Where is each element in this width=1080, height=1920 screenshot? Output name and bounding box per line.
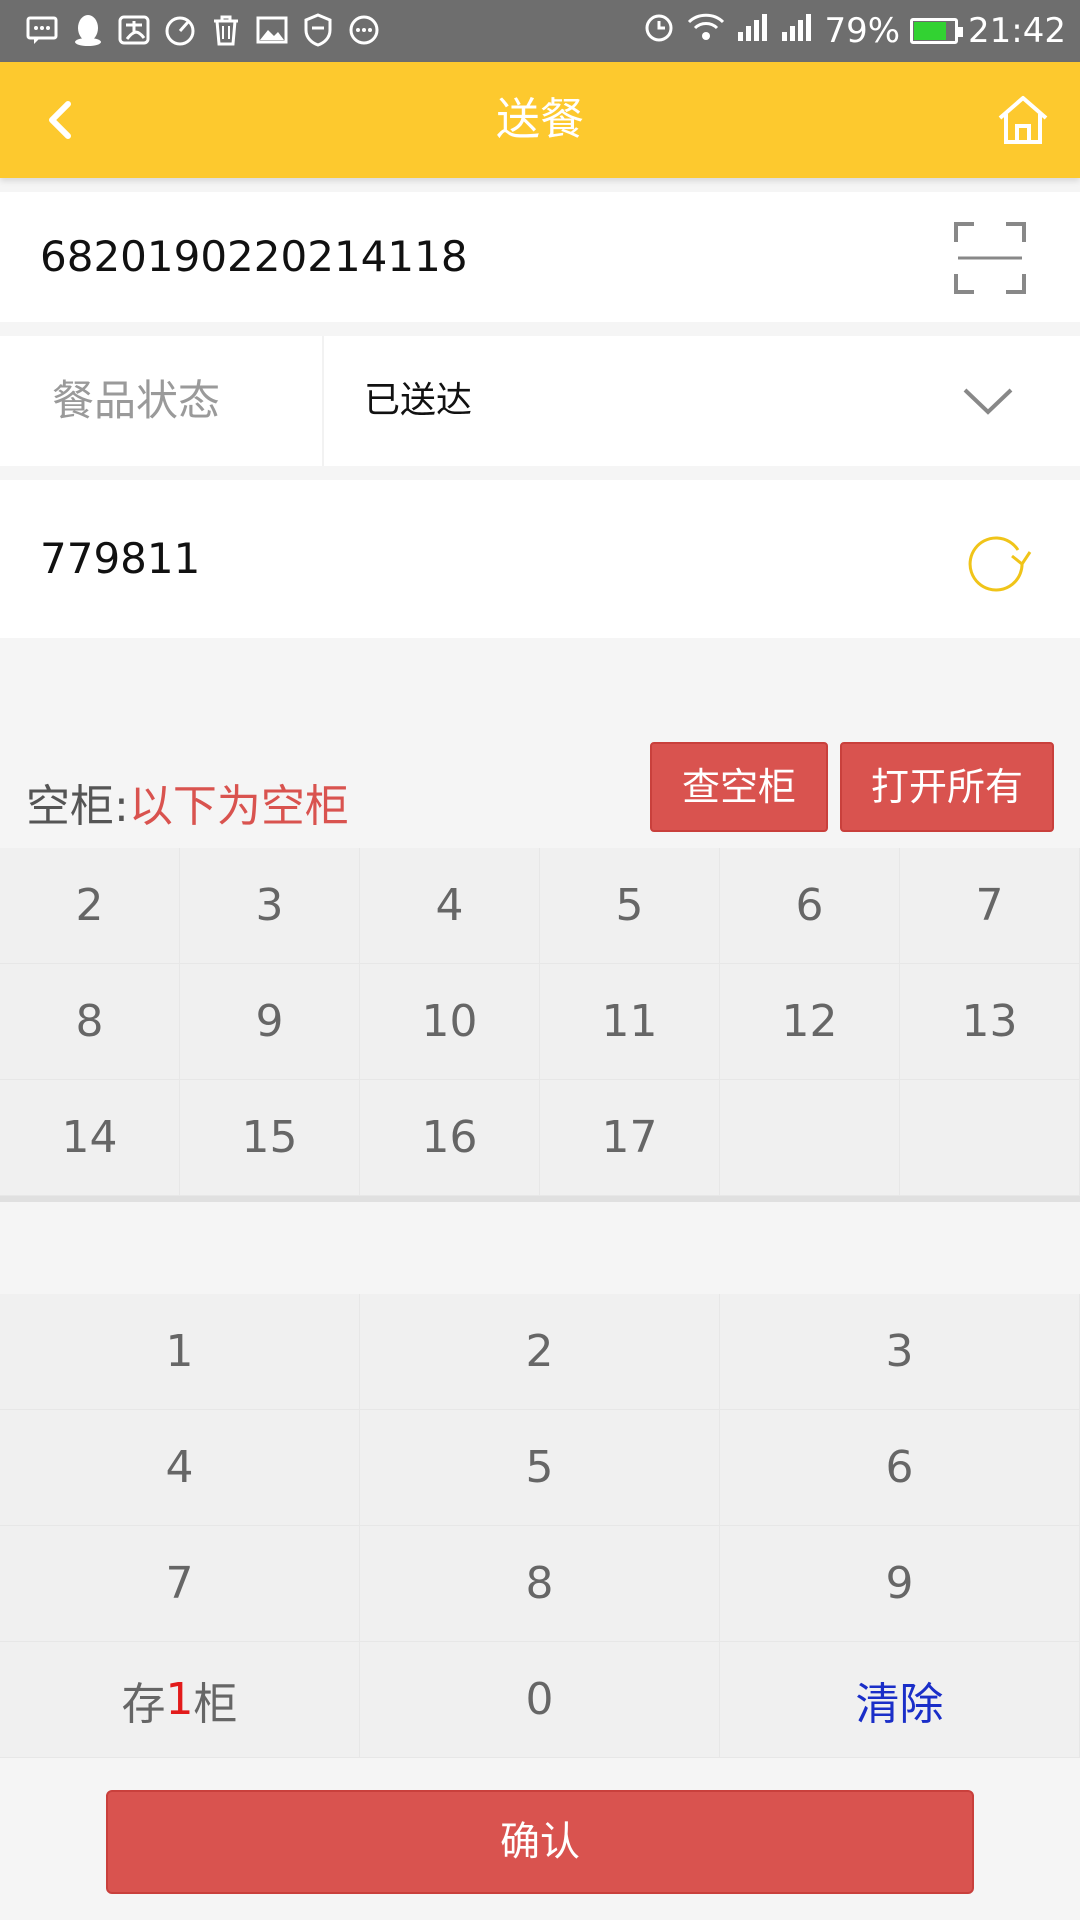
cabinet-cell-empty (900, 1080, 1080, 1196)
empty-cabinet-prefix: 空柜: (26, 781, 129, 832)
qq-icon (72, 12, 104, 48)
cabinet-cell[interactable]: 13 (900, 964, 1080, 1080)
cabinet-cell[interactable]: 6 (720, 848, 900, 964)
cabinet-cell[interactable]: 16 (360, 1080, 540, 1196)
cabinet-header: 空柜:以下为空柜 查空柜 打开所有 (0, 742, 1080, 846)
keypad-key-4[interactable]: 4 (0, 1410, 360, 1526)
store-cabinet-key[interactable]: 存1柜 (0, 1642, 360, 1758)
cabinet-cell[interactable]: 17 (540, 1080, 720, 1196)
signal-icon (736, 10, 770, 53)
clock: 21:42 (968, 11, 1066, 51)
confirm-button[interactable]: 确认 (106, 1790, 974, 1894)
alipay-icon (118, 12, 150, 48)
check-empty-cabinet-button[interactable]: 查空柜 (650, 742, 828, 832)
system-status: 79% 21:42 (642, 0, 1066, 62)
trash-icon (210, 12, 242, 48)
pickup-code-input[interactable]: 779811 (40, 480, 200, 638)
cabinet-cell[interactable]: 7 (900, 848, 1080, 964)
number-keypad: 1 2 3 4 5 6 7 8 9 存 1 柜 0 清除 (0, 1294, 1080, 1758)
store-suffix: 柜 (193, 1678, 238, 1730)
app-header: 送餐 (0, 62, 1080, 178)
chevron-down-icon[interactable] (962, 378, 1014, 424)
home-icon[interactable] (996, 94, 1050, 146)
divider (322, 336, 324, 466)
pickup-code-row[interactable]: 779811 (0, 480, 1080, 638)
refresh-icon[interactable] (960, 526, 1032, 592)
cabinet-cell[interactable]: 14 (0, 1080, 180, 1196)
cabinet-cell[interactable]: 10 (360, 964, 540, 1080)
page-title: 送餐 (496, 94, 584, 145)
clear-key[interactable]: 清除 (720, 1642, 1080, 1758)
cabinet-cell[interactable]: 2 (0, 848, 180, 964)
keypad-key-6[interactable]: 6 (720, 1410, 1080, 1526)
alarm-icon (642, 10, 676, 53)
cabinet-cell[interactable]: 5 (540, 848, 720, 964)
scan-icon[interactable] (954, 222, 1026, 294)
speed-icon (164, 12, 196, 48)
cabinet-cell-empty (720, 1080, 900, 1196)
cabinet-cell[interactable]: 9 (180, 964, 360, 1080)
empty-cabinet-grid: 2 3 4 5 6 7 8 9 10 11 12 13 14 15 16 17 (0, 848, 1080, 1202)
status-bar: 79% 21:42 (0, 0, 1080, 62)
meal-status-row[interactable]: 餐品状态 已送达 (0, 336, 1080, 466)
keypad-key-1[interactable]: 1 (0, 1294, 360, 1410)
empty-cabinet-note: 以下为空柜 (128, 781, 349, 832)
keypad-key-3[interactable]: 3 (720, 1294, 1080, 1410)
cabinet-cell[interactable]: 8 (0, 964, 180, 1080)
keypad-key-8[interactable]: 8 (360, 1526, 720, 1642)
image-icon (256, 12, 288, 48)
keypad-key-0[interactable]: 0 (360, 1642, 720, 1758)
order-number-row[interactable]: 6820190220214118 (0, 192, 1080, 322)
meal-status-select[interactable]: 已送达 (364, 336, 472, 466)
more-icon (348, 12, 380, 48)
wifi-icon (686, 10, 726, 53)
keypad-key-7[interactable]: 7 (0, 1526, 360, 1642)
open-all-button[interactable]: 打开所有 (840, 742, 1054, 832)
battery-fill (914, 22, 946, 40)
battery-percent: 79% (824, 11, 901, 51)
cabinet-cell[interactable]: 3 (180, 848, 360, 964)
cabinet-cell[interactable]: 11 (540, 964, 720, 1080)
keypad-key-9[interactable]: 9 (720, 1526, 1080, 1642)
cabinet-cell[interactable]: 12 (720, 964, 900, 1080)
battery-icon (910, 18, 964, 44)
order-number-input[interactable]: 6820190220214118 (40, 192, 468, 322)
cabinet-cell[interactable]: 4 (360, 848, 540, 964)
meal-status-label: 餐品状态 (52, 376, 221, 425)
store-prefix: 存 (121, 1678, 166, 1730)
keypad-key-5[interactable]: 5 (360, 1410, 720, 1526)
store-number: 1 (165, 1674, 194, 1725)
signal-icon-2 (780, 10, 814, 53)
cabinet-cell[interactable]: 15 (180, 1080, 360, 1196)
message-icon (26, 12, 58, 48)
empty-cabinet-label: 空柜:以下为空柜 (26, 770, 349, 834)
notification-icons (26, 12, 380, 48)
shield-icon (302, 12, 334, 48)
keypad-key-2[interactable]: 2 (360, 1294, 720, 1410)
